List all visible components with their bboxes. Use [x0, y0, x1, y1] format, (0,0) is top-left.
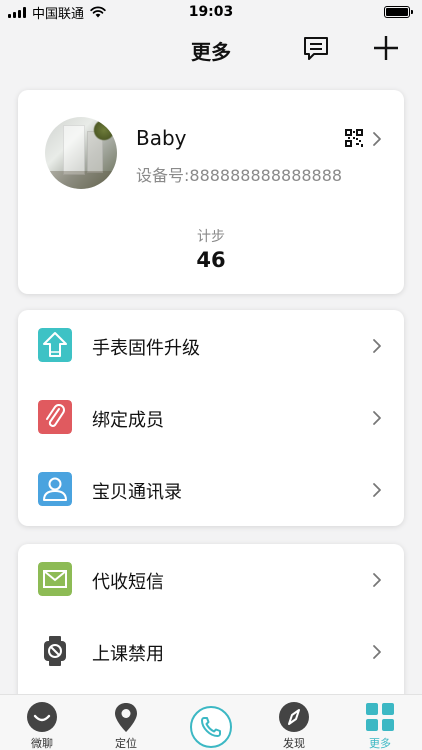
contact-icon: [38, 472, 72, 506]
menu-label: 代收短信: [92, 572, 164, 593]
menu-item-bind-members[interactable]: 绑定成员: [18, 382, 404, 454]
phone-icon: [201, 717, 221, 737]
tab-label: 发现: [283, 737, 305, 750]
wifi-icon: [90, 6, 106, 18]
tab-discover[interactable]: 发现: [252, 695, 336, 750]
tab-label: 定位: [115, 737, 137, 750]
location-pin-icon: [115, 703, 137, 732]
menu-group-1: 手表固件升级 绑定成员 宝贝通讯录: [18, 310, 404, 526]
tab-label: 微聊: [31, 737, 53, 750]
steps-label: 计步: [197, 229, 225, 245]
page-title: 更多: [191, 40, 231, 64]
message-icon[interactable]: [302, 34, 330, 62]
battery-icon: [384, 6, 413, 18]
plus-icon[interactable]: [372, 34, 400, 62]
qr-code-icon[interactable]: [345, 129, 363, 147]
watch-disabled-icon: [44, 636, 66, 666]
device-number: 设备号:888888888888888: [136, 166, 343, 185]
nav-bar: 更多: [0, 24, 422, 72]
envelope-icon: [38, 562, 72, 596]
profile-card[interactable]: Baby 设备号:888888888888888 计步 46: [18, 90, 404, 294]
profile-name: Baby: [136, 126, 187, 150]
chat-face-icon: [27, 702, 57, 732]
menu-group-2: 代收短信 上课禁用: [18, 544, 404, 704]
chevron-right-icon: [373, 411, 381, 425]
menu-item-proxy-sms[interactable]: 代收短信: [18, 544, 404, 616]
tab-label: 更多: [369, 737, 391, 750]
menu-item-firmware-upgrade[interactable]: 手表固件升级: [18, 310, 404, 382]
chevron-right-icon: [373, 645, 381, 659]
menu-item-contacts[interactable]: 宝贝通讯录: [18, 454, 404, 526]
signal-icon: [8, 6, 26, 18]
tab-more[interactable]: 更多: [338, 695, 422, 750]
chevron-right-icon: [373, 573, 381, 587]
paperclip-icon: [38, 400, 72, 434]
menu-label: 上课禁用: [92, 644, 164, 665]
firmware-upgrade-icon: [38, 328, 72, 362]
menu-item-class-disable[interactable]: 上课禁用: [18, 616, 404, 688]
avatar[interactable]: [45, 117, 117, 189]
tab-chat[interactable]: 微聊: [0, 695, 84, 750]
menu-label: 手表固件升级: [92, 338, 200, 359]
status-left: 中国联通: [8, 3, 106, 22]
carrier-name: 中国联通: [32, 6, 85, 22]
chevron-right-icon: [373, 339, 381, 353]
steps-value: 46: [196, 248, 226, 272]
compass-icon: [279, 702, 309, 732]
call-button[interactable]: [190, 706, 232, 748]
status-bar: 中国联通 19:03: [0, 0, 422, 24]
menu-label: 绑定成员: [92, 410, 164, 431]
tab-location[interactable]: 定位: [84, 695, 168, 750]
grid-icon: [366, 703, 394, 731]
menu-label: 宝贝通讯录: [92, 482, 182, 503]
chevron-right-icon[interactable]: [372, 131, 382, 147]
chevron-right-icon: [373, 483, 381, 497]
